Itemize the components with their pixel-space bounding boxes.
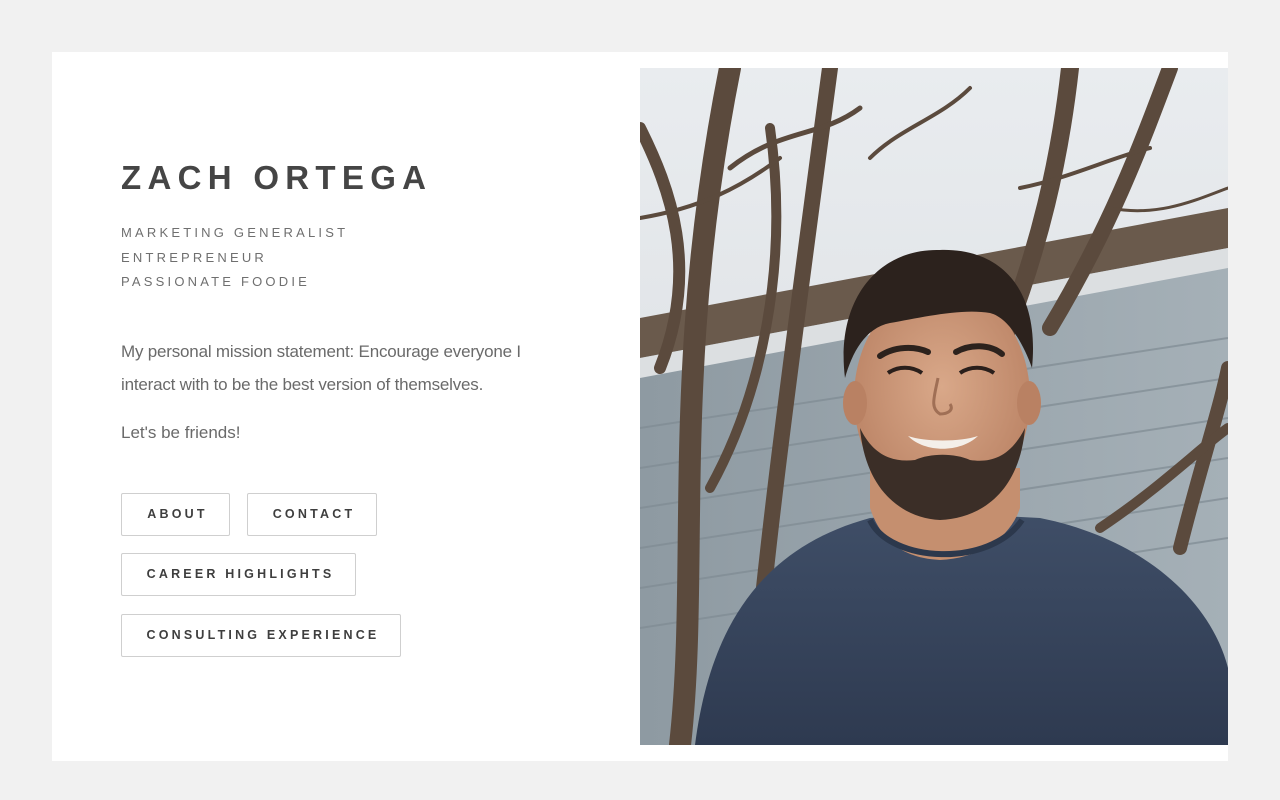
profile-photo — [640, 68, 1228, 745]
consulting-experience-button[interactable]: CONSULTING EXPERIENCE — [121, 614, 401, 657]
about-button[interactable]: ABOUT — [121, 493, 230, 536]
role-tags: MARKETING GENERALIST ENTREPRENEUR PASSIO… — [121, 221, 348, 295]
role-tag: PASSIONATE FOODIE — [121, 274, 310, 289]
role-tag: MARKETING GENERALIST — [121, 225, 349, 240]
profile-name: ZACH ORTEGA — [121, 159, 433, 196]
contact-button[interactable]: CONTACT — [247, 493, 377, 536]
mission-statement: My personal mission statement: Encourage… — [121, 342, 521, 394]
role-tag: ENTREPRENEUR — [121, 249, 268, 265]
profile-card: ZACH ORTEGA MARKETING GENERALIST ENTREPR… — [52, 52, 1228, 761]
profile-panel: ZACH ORTEGA MARKETING GENERALIST ENTREPR… — [52, 52, 640, 761]
friends-text: Let's be friends! — [121, 423, 241, 442]
career-highlights-button[interactable]: CAREER HIGHLIGHTS — [121, 553, 356, 596]
